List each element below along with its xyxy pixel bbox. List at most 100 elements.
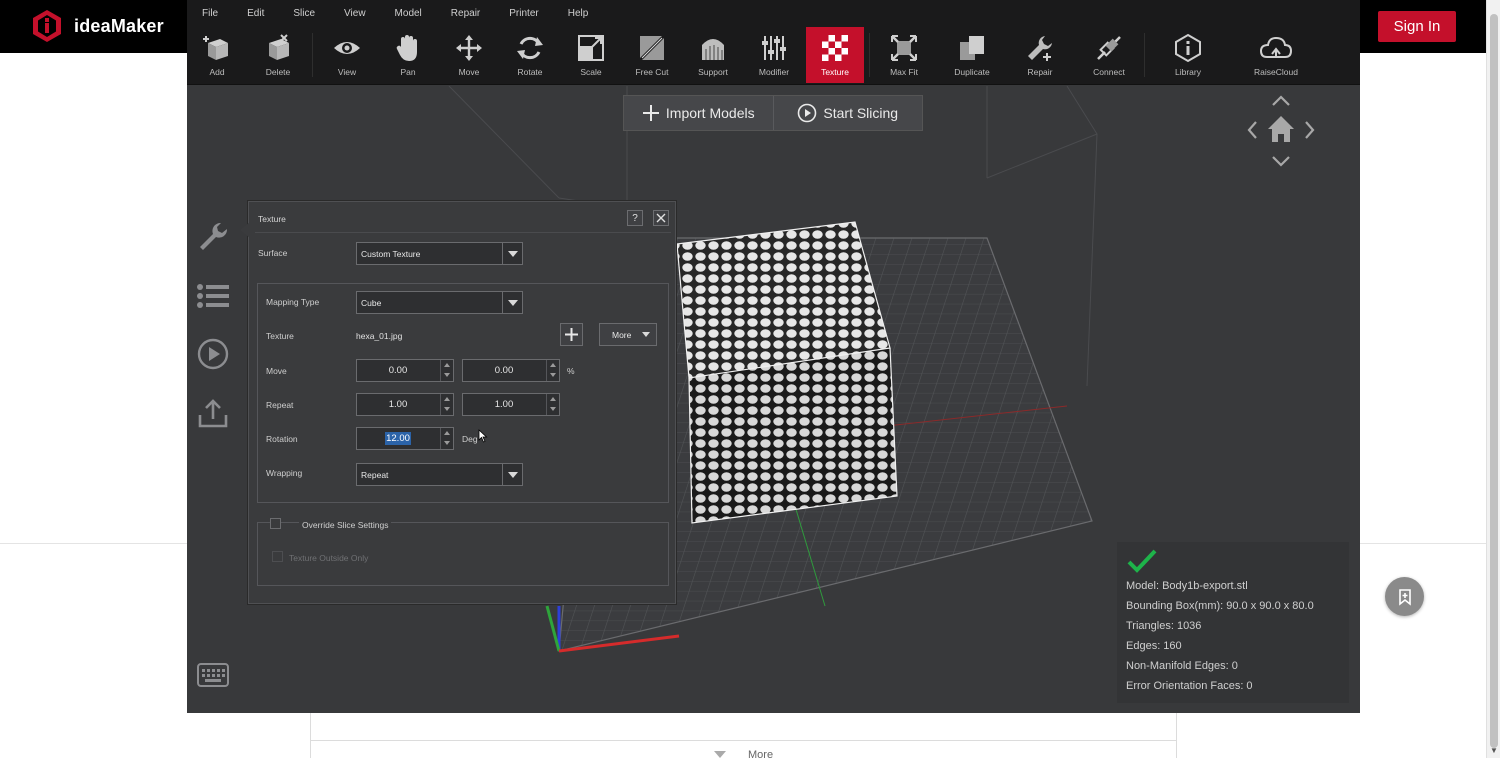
toolbar-separator — [312, 33, 313, 77]
ideamaker-logo-icon — [33, 10, 61, 42]
spin-arrows[interactable] — [546, 360, 559, 381]
rotation-value: 12.00 — [385, 432, 411, 445]
tool-label: Repair — [1027, 67, 1053, 77]
tool-library[interactable]: Library — [1159, 27, 1217, 83]
3d-viewport[interactable]: Import Models Start Slicing Texture ? Su… — [187, 86, 1360, 713]
chevron-left-icon[interactable] — [1247, 121, 1257, 139]
tool-delete[interactable]: Delete — [249, 27, 307, 83]
tool-texture[interactable]: Texture — [806, 27, 864, 83]
move-y-spinbox[interactable]: 0.00 — [462, 359, 560, 382]
texture-more-select[interactable]: More — [599, 323, 657, 346]
play-circle-icon — [798, 103, 817, 123]
import-models-button[interactable]: Import Models — [624, 96, 773, 130]
menu-repair[interactable]: Repair — [451, 8, 480, 19]
site-logo[interactable]: ideaMaker — [30, 9, 164, 43]
chevron-down-icon — [714, 751, 726, 758]
home-icon[interactable] — [1268, 116, 1294, 142]
object-list-button[interactable] — [195, 278, 231, 314]
dialog-header-divider — [255, 232, 671, 233]
repeat-y-spinbox[interactable]: 1.00 — [462, 393, 560, 416]
tool-connect[interactable]: Connect — [1080, 27, 1138, 83]
more-value: More — [612, 329, 632, 340]
repeat-y-value: 1.00 — [494, 399, 514, 410]
duplicate-icon — [960, 36, 984, 60]
settings-wrench-button[interactable] — [195, 219, 231, 255]
tool-raisecloud[interactable]: RaiseCloud — [1247, 27, 1305, 83]
tool-label: Rotate — [517, 67, 543, 77]
more-label: More — [748, 749, 774, 761]
model-non-manifold-edges: Non-Manifold Edges: 0 — [1126, 660, 1238, 672]
move-unit: % — [567, 366, 575, 376]
move-x-spinbox[interactable]: 0.00 — [356, 359, 454, 382]
menu-view[interactable]: View — [344, 8, 366, 19]
spin-arrows[interactable] — [440, 394, 453, 415]
tool-repair[interactable]: Repair — [1011, 27, 1069, 83]
plus-icon — [565, 328, 578, 341]
wrench-icon — [200, 222, 228, 250]
spin-arrows[interactable] — [546, 394, 559, 415]
start-slicing-button[interactable]: Start Slicing — [772, 96, 923, 130]
max-fit-icon — [891, 35, 917, 61]
support-icon — [702, 39, 724, 60]
add-texture-button[interactable] — [560, 323, 583, 346]
spin-arrows[interactable] — [440, 428, 453, 449]
scrollbar-thumb[interactable] — [1490, 14, 1498, 748]
model-name: Model: Body1b-export.stl — [1126, 580, 1248, 592]
repeat-x-value: 1.00 — [388, 399, 408, 410]
tool-rotate[interactable]: Rotate — [501, 27, 559, 83]
surface-select[interactable]: Custom Texture — [356, 242, 523, 265]
page-scrollbar[interactable]: ▼ — [1486, 0, 1500, 758]
tool-support[interactable]: Support — [684, 27, 742, 83]
bookmark-button[interactable] — [1385, 577, 1424, 616]
menu-printer[interactable]: Printer — [509, 8, 538, 19]
close-button[interactable] — [653, 210, 669, 226]
spin-arrows[interactable] — [440, 360, 453, 381]
viewport-action-bar: Import Models Start Slicing — [623, 95, 923, 131]
move-x-value: 0.00 — [388, 365, 408, 376]
tool-modifier[interactable]: Modifier — [745, 27, 803, 83]
view-navigator — [1237, 90, 1327, 170]
mapping-type-select[interactable]: Cube — [356, 291, 523, 314]
wrapping-select[interactable]: Repeat — [356, 463, 523, 486]
menu-slice[interactable]: Slice — [293, 8, 315, 19]
keyboard-icon[interactable] — [197, 663, 229, 687]
repeat-x-spinbox[interactable]: 1.00 — [356, 393, 454, 416]
tool-max-fit[interactable]: Max Fit — [875, 27, 933, 83]
menu-help[interactable]: Help — [568, 8, 589, 19]
library-icon — [1175, 33, 1201, 63]
tool-label: Support — [698, 67, 728, 77]
chevron-up-icon[interactable] — [1272, 95, 1290, 106]
rotation-spinbox[interactable]: 12.00 — [356, 427, 454, 450]
chevron-down-icon[interactable] — [1272, 156, 1290, 167]
import-models-label: Import Models — [665, 105, 755, 121]
sign-in-button[interactable]: Sign In — [1378, 11, 1456, 42]
move-label: Move — [266, 366, 287, 376]
tool-add[interactable]: Add — [188, 27, 246, 83]
tool-duplicate[interactable]: Duplicate — [943, 27, 1001, 83]
dropdown-arrow-icon — [502, 464, 522, 485]
move-y-value: 0.00 — [494, 365, 514, 376]
tool-free-cut[interactable]: Free Cut — [623, 27, 681, 83]
override-slice-settings-checkbox[interactable] — [270, 518, 281, 529]
chevron-right-icon[interactable] — [1305, 121, 1315, 139]
tool-label: Connect — [1093, 67, 1125, 77]
texture-outside-only-checkbox[interactable] — [272, 551, 283, 562]
tool-label: Library — [1175, 67, 1201, 77]
surface-value: Custom Texture — [361, 248, 421, 259]
tool-pan[interactable]: Pan — [379, 27, 437, 83]
tool-label: Pan — [400, 67, 416, 77]
wrench-icon — [1028, 36, 1052, 61]
tool-scale[interactable]: Scale — [562, 27, 620, 83]
menu-model[interactable]: Model — [395, 8, 422, 19]
help-button[interactable]: ? — [627, 210, 643, 226]
tool-label: Move — [458, 67, 480, 77]
more-section[interactable]: More — [310, 740, 1177, 761]
menu-file[interactable]: File — [202, 8, 218, 19]
export-upload-button[interactable] — [195, 395, 231, 431]
menu-edit[interactable]: Edit — [247, 8, 264, 19]
tool-view[interactable]: View — [318, 27, 376, 83]
preview-play-button[interactable] — [195, 336, 231, 372]
tool-move[interactable]: Move — [440, 27, 498, 83]
scroll-down-arrow-icon[interactable]: ▼ — [1490, 746, 1498, 755]
model-edges: Edges: 160 — [1126, 640, 1182, 652]
